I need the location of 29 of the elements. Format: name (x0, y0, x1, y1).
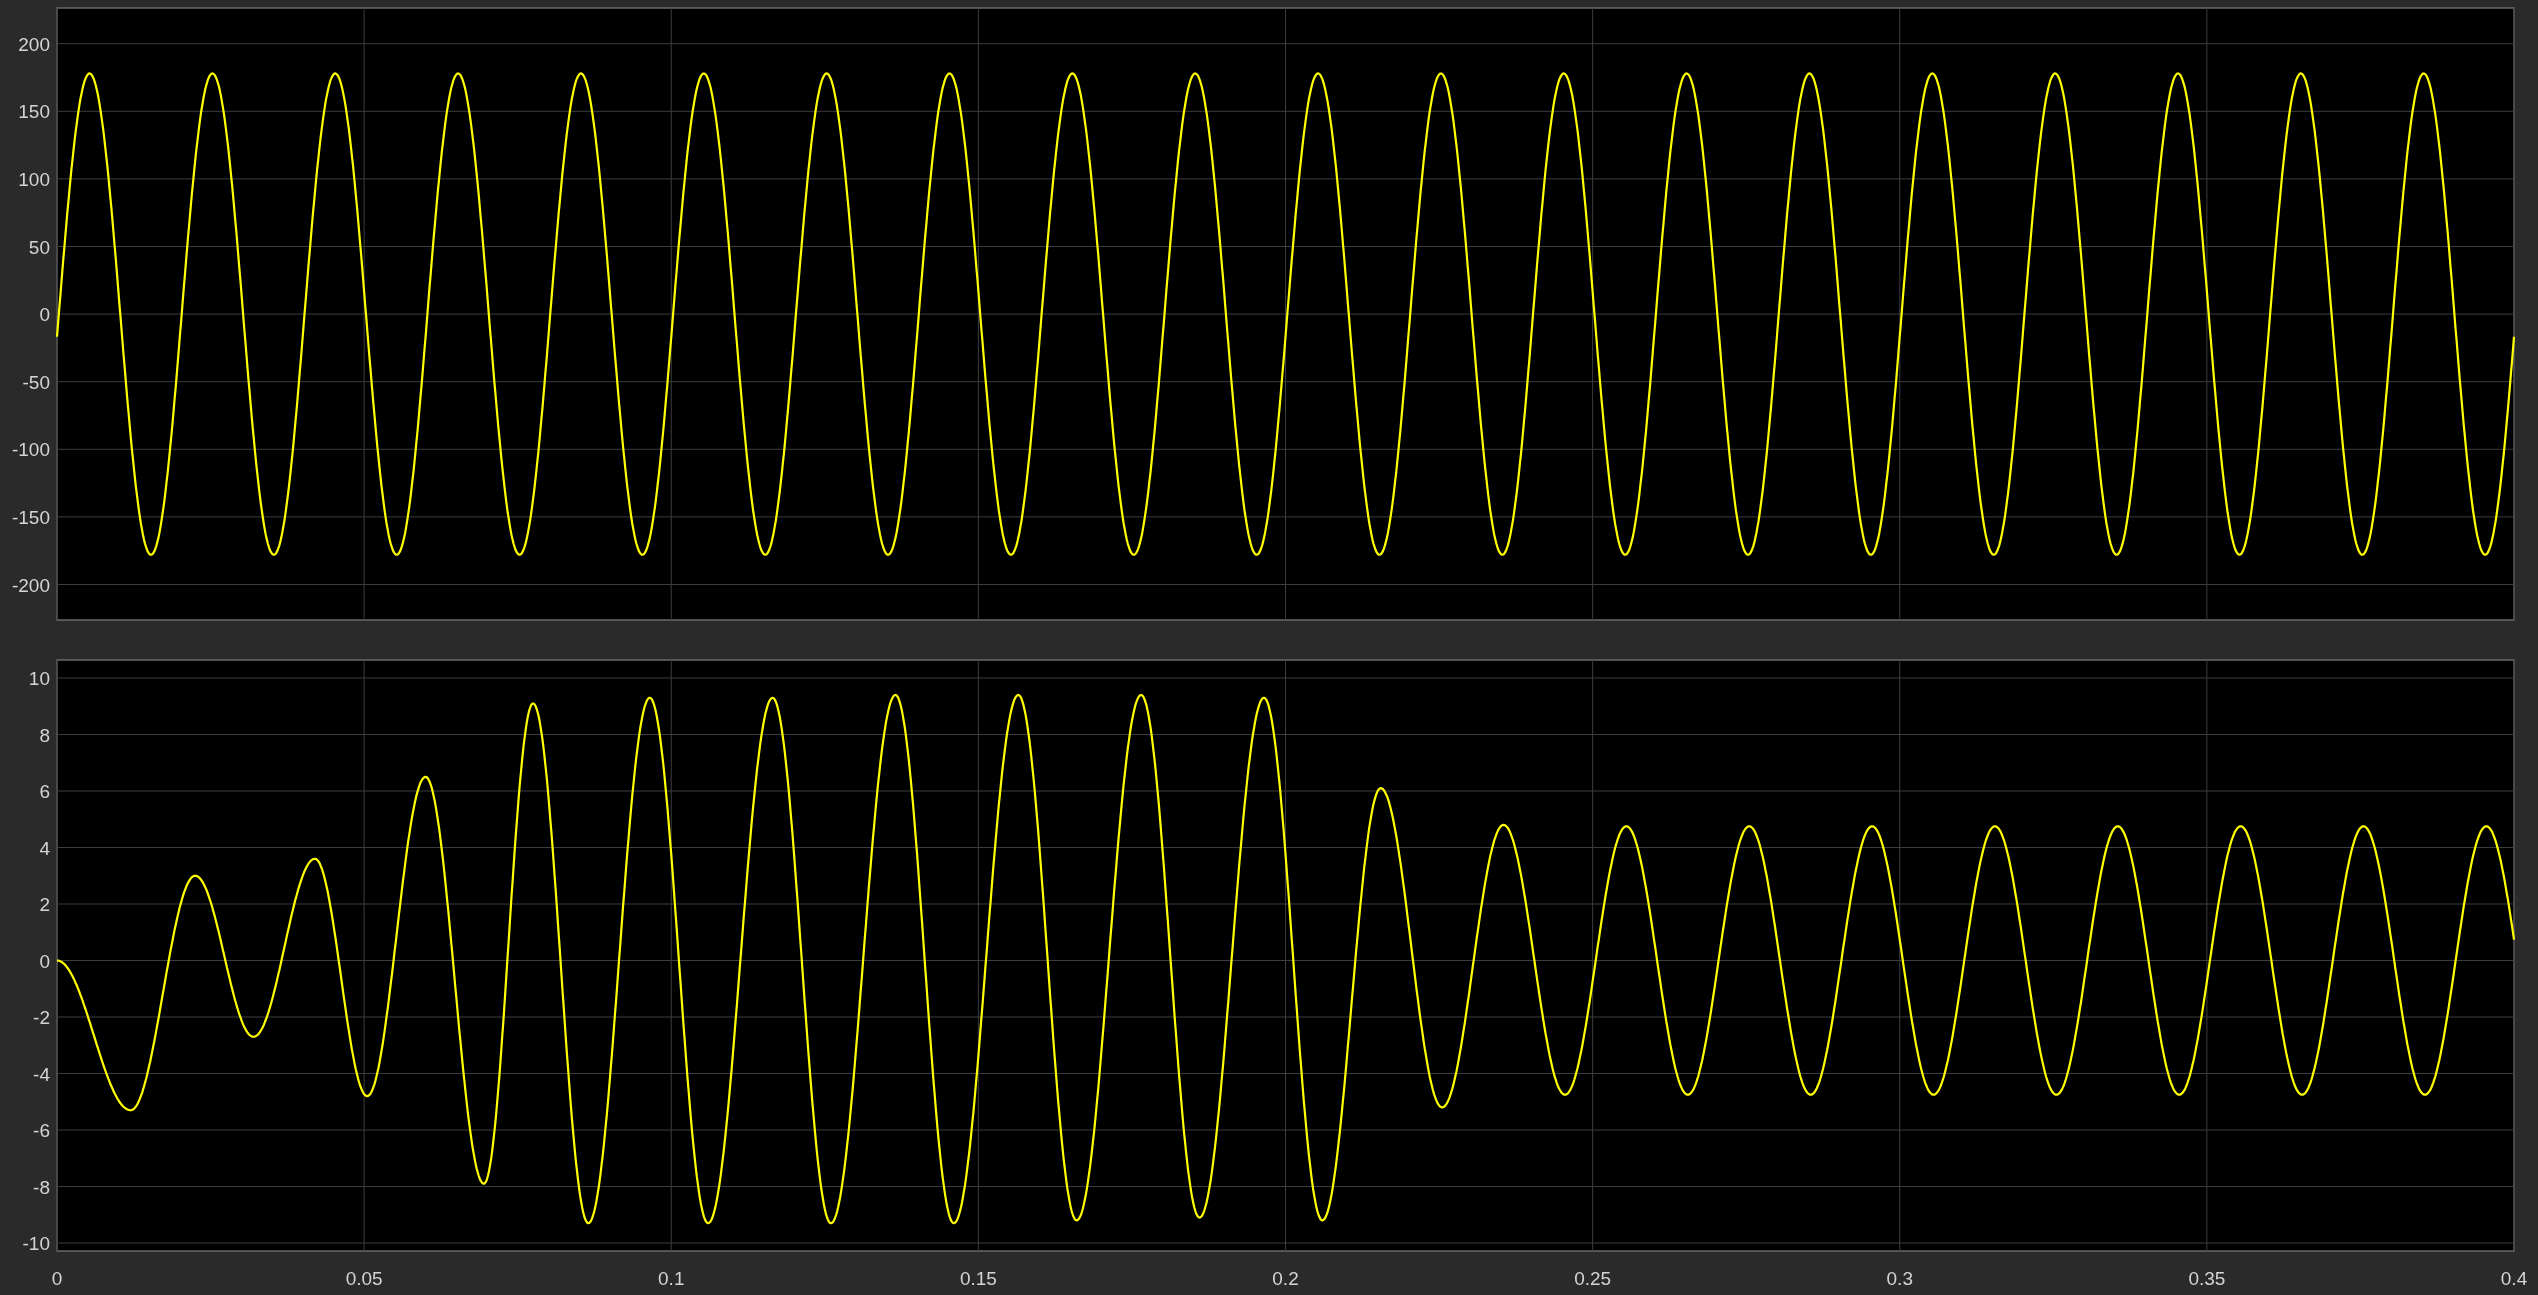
y-tick-label: 100 (18, 168, 50, 190)
y-tick-label: -100 (11, 439, 50, 461)
y-tick-label: -200 (11, 574, 50, 596)
y-tick-label: -4 (33, 1063, 50, 1085)
y-tick-label: 2 (39, 894, 50, 915)
x-tick-label: 0.05 (345, 1268, 383, 1289)
x-tick-label: 0.15 (959, 1268, 997, 1289)
y-tick-label: -6 (33, 1120, 50, 1141)
y-tick-label: -10 (22, 1233, 50, 1254)
x-tick-label: 0 (51, 1268, 63, 1289)
y-tick-label: 0 (39, 304, 50, 326)
y-tick-label: -2 (33, 1007, 50, 1028)
x-tick-label: 0.4 (2500, 1268, 2528, 1289)
y-tick-label: -50 (22, 371, 50, 393)
y-tick-label: -8 (33, 1176, 50, 1198)
x-tick-label: 0.35 (2188, 1268, 2226, 1289)
x-tick-label: 0.2 (1272, 1268, 1299, 1289)
y-tick-label: 0 (39, 950, 50, 972)
y-tick-label: 8 (39, 724, 50, 746)
y-tick-label: 200 (18, 33, 50, 55)
y-tick-label: 50 (28, 236, 50, 258)
y-tick-label: 10 (28, 668, 50, 689)
y-tick-label: 6 (39, 781, 50, 802)
y-tick-label: 4 (39, 837, 50, 859)
x-tick-label: 0.25 (1574, 1268, 1612, 1289)
y-tick-label: 150 (18, 101, 50, 123)
x-tick-label: 0.1 (658, 1268, 685, 1289)
x-tick-label: 0.3 (1886, 1268, 1913, 1289)
y-tick-label: -150 (11, 506, 50, 528)
